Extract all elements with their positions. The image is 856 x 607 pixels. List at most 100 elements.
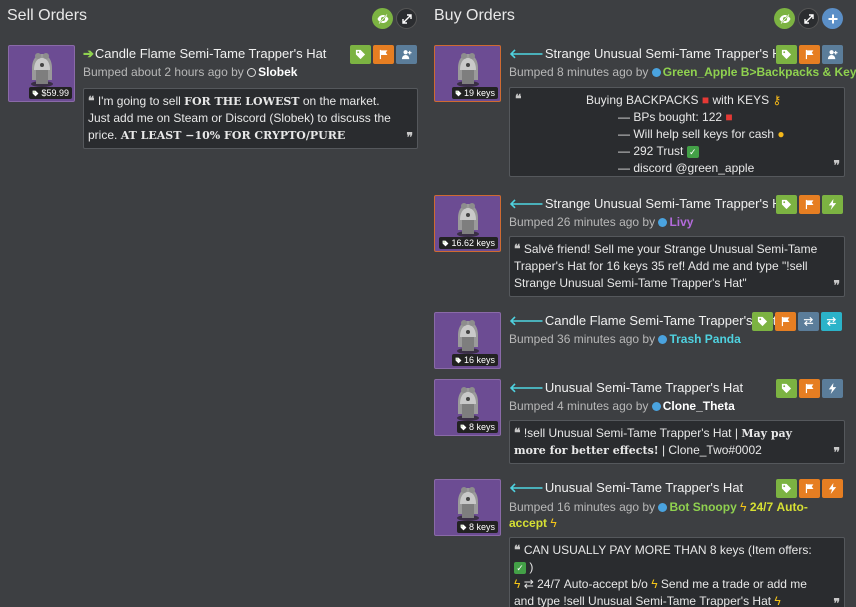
- listing-title[interactable]: 🡐Unusual Semi-Tame Trapper's Hat: [509, 380, 743, 396]
- desc-block: Buying BACKPACKS ■ with KEYS ⚷ — BPs bou…: [586, 92, 824, 177]
- listing-title[interactable]: 🡐Strange Unusual Semi-Tame Trapper's Hat: [509, 196, 792, 212]
- desc-text: ): [529, 560, 534, 574]
- desc-text: | Clone_Two#0002: [658, 443, 762, 457]
- tag-button[interactable]: [776, 379, 797, 398]
- bumped-line: Bumped 16 minutes ago by Bot Snoopy ϟ 24…: [509, 499, 809, 531]
- flag-button[interactable]: [799, 379, 820, 398]
- tag-button[interactable]: [776, 479, 797, 498]
- hat-icon: [25, 48, 59, 88]
- action-buttons: [776, 379, 843, 398]
- exchange-button[interactable]: [821, 312, 842, 331]
- hat-icon: [451, 198, 485, 238]
- quote-close-icon: ❞: [833, 158, 840, 172]
- desc-text: — Will help sell keys for cash: [618, 127, 775, 141]
- bolt-button[interactable]: [822, 379, 843, 398]
- plus-icon[interactable]: [822, 8, 843, 29]
- desc-line: — BPs bought: 122 ■: [618, 109, 824, 126]
- user-name[interactable]: Livy: [669, 215, 693, 229]
- action-buttons: [776, 195, 843, 214]
- quote-close-icon: ❞: [833, 445, 840, 459]
- bolt-icon: ϟ: [740, 500, 747, 514]
- expand-icon[interactable]: [396, 8, 417, 29]
- tag-icon: [460, 524, 467, 531]
- user-name[interactable]: Green_Apple B>Backpacks & Keys: [663, 65, 856, 79]
- price-text: 16 keys: [463, 355, 495, 365]
- bumped-text: Bumped 4 minutes ago by: [509, 399, 649, 413]
- bumped-line: Bumped 36 minutes ago by Trash Panda: [509, 332, 741, 346]
- listing-title[interactable]: 🡐Unusual Semi-Tame Trapper's Hat: [509, 480, 743, 496]
- desc-text: I'm going to sell: [97, 94, 185, 108]
- desc-line: — 292 Trust ✓: [618, 143, 824, 160]
- bumped-text: Bumped 26 minutes ago by: [509, 215, 656, 229]
- tag-button[interactable]: [752, 312, 773, 331]
- flag-button[interactable]: [799, 45, 820, 64]
- price-badge: 16 keys: [451, 354, 498, 366]
- bumped-line: Bumped 4 minutes ago by Clone_Theta: [509, 399, 735, 413]
- listing-description: ❝ CAN USUALLY PAY MORE THAN 8 keys (Item…: [509, 537, 845, 607]
- desc-text: — discord @green_apple: [618, 161, 755, 175]
- item-name: Candle Flame Semi-Tame Trapper's Hat: [544, 313, 777, 328]
- hat-icon: [451, 482, 485, 522]
- tag-icon: [460, 424, 467, 431]
- exchange-button[interactable]: [798, 312, 819, 331]
- user-name[interactable]: Slobek: [258, 65, 297, 79]
- eye-icon[interactable]: [372, 8, 393, 29]
- listing-description: ❝ !sell Unusual Semi-Tame Trapper's Hat …: [509, 420, 845, 464]
- add-friend-button[interactable]: [822, 45, 843, 64]
- check-icon: ✓: [514, 562, 526, 574]
- tag-icon: [32, 90, 39, 97]
- buy-listing: 16.62 keys 🡐Strange Unusual Semi-Tame Tr…: [426, 194, 856, 299]
- item-name: Strange Unusual Semi-Tame Trapper's Hat: [544, 196, 793, 211]
- flag-button[interactable]: [799, 479, 820, 498]
- item-thumbnail[interactable]: 16.62 keys: [434, 195, 501, 252]
- quote-close-icon: ❞: [406, 130, 413, 144]
- user-name[interactable]: Bot Snoopy: [669, 500, 736, 514]
- desc-line: — discord @green_apple: [618, 160, 824, 177]
- bolt-icon: ϟ: [774, 594, 781, 607]
- check-icon: ✓: [686, 146, 699, 158]
- item-thumbnail[interactable]: 8 keys: [434, 479, 501, 536]
- flag-button[interactable]: [775, 312, 796, 331]
- tag-icon: [455, 357, 462, 364]
- desc-text: ⇄ 24/7 Auto-accept b/o: [523, 577, 648, 591]
- buy-listing: 8 keys 🡐Unusual Semi-Tame Trapper's Hat …: [426, 478, 856, 607]
- bumped-text: Bumped 8 minutes ago by: [509, 65, 649, 79]
- user-name[interactable]: Clone_Theta: [663, 399, 735, 413]
- arrow-icon: ➔: [83, 46, 94, 61]
- action-buttons: [776, 479, 843, 498]
- bolt-button[interactable]: [822, 195, 843, 214]
- listing-title[interactable]: 🡐Candle Flame Semi-Tame Trapper's Hat: [509, 313, 776, 329]
- item-name: Candle Flame Semi-Tame Trapper's Hat: [94, 46, 327, 61]
- bolt-icon: ϟ: [550, 516, 557, 530]
- tag-button[interactable]: [350, 45, 371, 64]
- desc-text: with KEYS: [712, 93, 770, 107]
- hat-icon: [451, 48, 485, 88]
- item-thumbnail[interactable]: 19 keys: [434, 45, 501, 102]
- buy-header-buttons: [774, 8, 843, 29]
- buy-orders-header: Buy Orders: [426, 0, 856, 36]
- add-friend-button[interactable]: [396, 45, 417, 64]
- tag-button[interactable]: [776, 195, 797, 214]
- flag-button[interactable]: [373, 45, 394, 64]
- eye-icon[interactable]: [774, 8, 795, 29]
- arrow-icon: 🡐: [509, 313, 544, 328]
- user-name[interactable]: Trash Panda: [669, 332, 740, 346]
- price-badge: 8 keys: [456, 421, 498, 433]
- tag-button[interactable]: [776, 45, 797, 64]
- flag-button[interactable]: [799, 195, 820, 214]
- price-text: 8 keys: [468, 522, 495, 532]
- quote-open-icon: ❝: [514, 426, 521, 440]
- bolt-button[interactable]: [822, 479, 843, 498]
- money-bag-icon: ●: [777, 127, 785, 141]
- listing-description: ❝ Buying BACKPACKS ■ with KEYS ⚷ — BPs b…: [509, 87, 845, 177]
- listing-title[interactable]: 🡐Strange Unusual Semi-Tame Trapper's Hat: [509, 46, 792, 62]
- key-icon: ⚷: [772, 93, 782, 107]
- expand-icon[interactable]: [798, 8, 819, 29]
- tag-icon: [442, 240, 449, 247]
- listing-title[interactable]: ➔Candle Flame Semi-Tame Trapper's Hat: [83, 46, 326, 62]
- item-thumbnail[interactable]: $59.99: [8, 45, 75, 102]
- item-thumbnail[interactable]: 16 keys: [434, 312, 501, 369]
- price-badge: 8 keys: [456, 521, 498, 533]
- item-thumbnail[interactable]: 8 keys: [434, 379, 501, 436]
- price-text: 19 keys: [463, 88, 495, 98]
